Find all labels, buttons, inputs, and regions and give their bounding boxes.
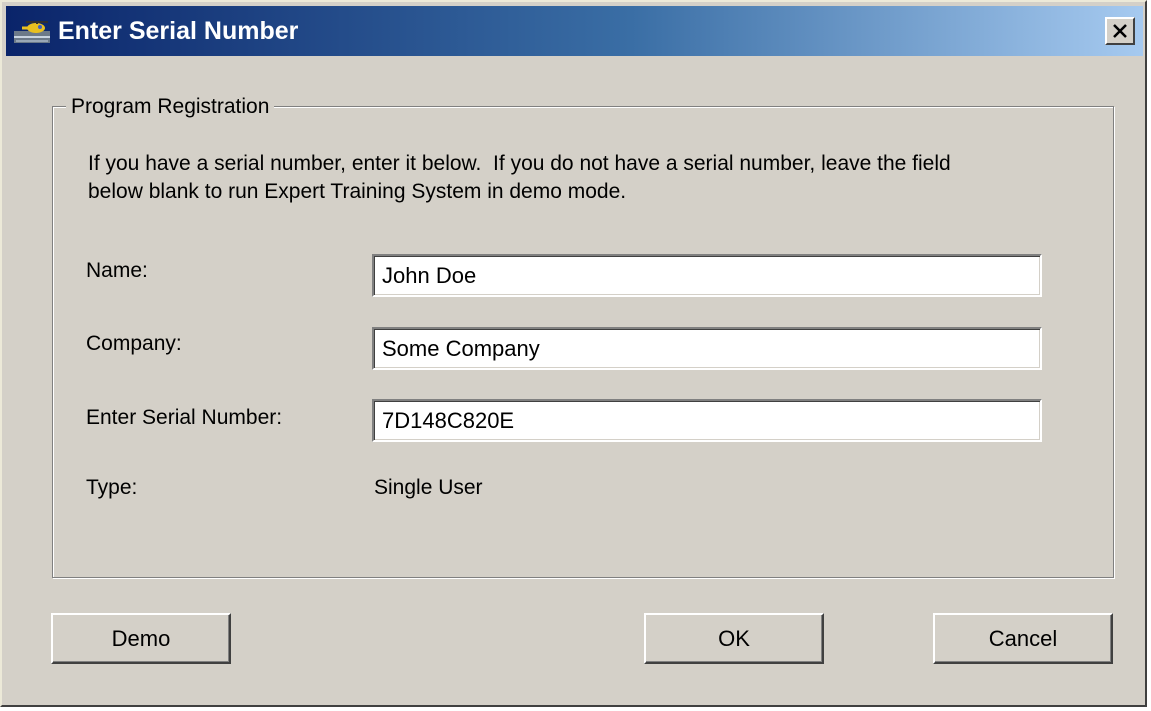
type-value: Single User	[374, 476, 483, 499]
helicopter-icon	[14, 21, 50, 43]
type-label: Type:	[86, 476, 138, 499]
title-bar[interactable]: Enter Serial Number	[6, 6, 1143, 56]
company-input[interactable]	[372, 327, 1042, 370]
instructions-text: If you have a serial number, enter it be…	[88, 150, 1103, 206]
instructions-line-2: below blank to run Expert Training Syste…	[88, 180, 627, 203]
cancel-button[interactable]: Cancel	[933, 613, 1113, 664]
name-label: Name:	[86, 259, 148, 282]
company-label: Company:	[86, 332, 182, 355]
demo-button[interactable]: Demo	[51, 613, 231, 664]
close-x-icon	[1113, 24, 1127, 38]
serial-number-input[interactable]	[372, 399, 1042, 442]
name-input[interactable]	[372, 254, 1042, 297]
window-title: Enter Serial Number	[58, 17, 299, 45]
ok-button[interactable]: OK	[644, 613, 824, 664]
serial-number-dialog: Enter Serial Number Program Registration…	[0, 0, 1147, 707]
serial-number-label: Enter Serial Number:	[86, 406, 283, 429]
close-button[interactable]	[1105, 17, 1135, 45]
groupbox-label: Program Registration	[66, 94, 275, 120]
instructions-line-1: If you have a serial number, enter it be…	[88, 152, 951, 175]
